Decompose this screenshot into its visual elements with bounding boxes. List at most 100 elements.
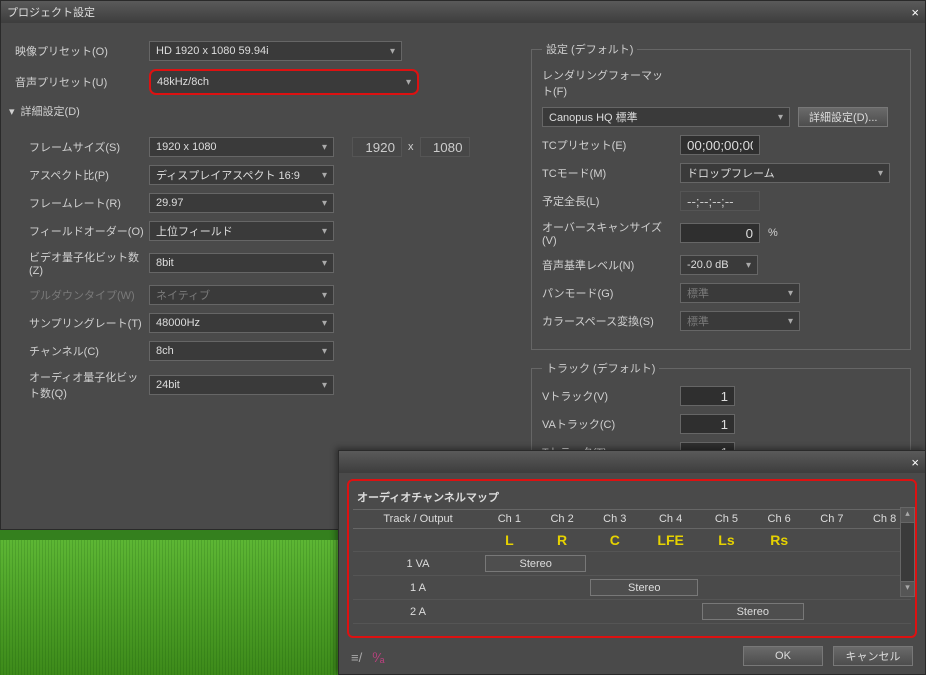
toolbar-icon-2[interactable]: ⁰⁄ₐ bbox=[372, 650, 384, 666]
stereo-assignment[interactable]: Stereo bbox=[590, 579, 698, 596]
sample-rate-dropdown[interactable]: 48000Hz bbox=[149, 313, 334, 333]
channel-cell[interactable] bbox=[753, 576, 806, 600]
frame-size-x: x bbox=[408, 141, 414, 153]
audio-preset-label: 音声プリセット(U) bbox=[9, 74, 149, 90]
channel-cell[interactable] bbox=[858, 600, 911, 624]
audio-bits-dropdown[interactable]: 24bit bbox=[149, 375, 334, 395]
track-name: 1 VA bbox=[353, 552, 483, 576]
overscan-label: オーバースキャンサイズ(V) bbox=[542, 219, 672, 247]
pulldown-label: プルダウンタイプ(W) bbox=[9, 287, 149, 303]
frame-width-field bbox=[352, 137, 402, 157]
settings-legend: 設定 (デフォルト) bbox=[542, 41, 637, 57]
surround-lfe: LFE bbox=[641, 529, 700, 552]
pan-mode-dropdown: 標準 bbox=[680, 283, 800, 303]
frame-size-dropdown[interactable]: 1920 x 1080 bbox=[149, 137, 334, 157]
field-order-dropdown[interactable]: 上位フィールド bbox=[149, 221, 334, 241]
channel-cell[interactable] bbox=[641, 600, 700, 624]
video-bits-dropdown[interactable]: 8bit bbox=[149, 253, 334, 273]
close-icon[interactable]: × bbox=[911, 5, 919, 20]
surround-r: R bbox=[536, 529, 589, 552]
pulldown-dropdown: ネイティブ bbox=[149, 285, 334, 305]
render-format-dropdown[interactable]: Canopus HQ 標準 bbox=[542, 107, 790, 127]
window-title: プロジェクト設定 bbox=[7, 4, 95, 20]
channel-dropdown[interactable]: 8ch bbox=[149, 341, 334, 361]
tracks-legend: トラック (デフォルト) bbox=[542, 360, 659, 376]
video-preset-dropdown[interactable]: HD 1920 x 1080 59.94i bbox=[149, 41, 402, 61]
channel-cell[interactable] bbox=[806, 552, 859, 576]
surround-rs: Rs bbox=[753, 529, 806, 552]
channel-cell[interactable] bbox=[536, 576, 589, 600]
overscan-field[interactable] bbox=[680, 223, 760, 243]
header-ch3: Ch 3 bbox=[588, 510, 641, 529]
toolbar-icon-1[interactable]: ≡/ bbox=[351, 650, 362, 666]
tc-mode-dropdown[interactable]: ドロップフレーム bbox=[680, 163, 890, 183]
detail-settings-label: 詳細設定(D) bbox=[21, 103, 80, 119]
channel-cell[interactable] bbox=[483, 576, 536, 600]
header-ch2: Ch 2 bbox=[536, 510, 589, 529]
table-row: 1 AStereo bbox=[353, 576, 911, 600]
ok-button[interactable]: OK bbox=[743, 646, 823, 666]
header-ch7: Ch 7 bbox=[806, 510, 859, 529]
channel-cell[interactable] bbox=[806, 600, 859, 624]
va-track-field[interactable] bbox=[680, 414, 735, 434]
stereo-assignment[interactable]: Stereo bbox=[485, 555, 586, 572]
channel-label: チャンネル(C) bbox=[9, 343, 149, 359]
audio-preset-dropdown[interactable]: 48kHz/8ch bbox=[149, 69, 419, 95]
video-preset-label: 映像プリセット(O) bbox=[9, 43, 149, 59]
cancel-button[interactable]: キャンセル bbox=[833, 646, 913, 666]
render-format-label: レンダリングフォーマット(F) bbox=[542, 67, 672, 99]
stereo-assignment[interactable]: Stereo bbox=[702, 603, 803, 620]
surround-l: L bbox=[483, 529, 536, 552]
detail-settings-expander[interactable]: ▾ 詳細設定(D) bbox=[9, 103, 519, 119]
surround-ls: Ls bbox=[700, 529, 753, 552]
channel-cell[interactable] bbox=[483, 600, 536, 624]
channel-map-scrollbar[interactable]: ▴ ▾ bbox=[900, 507, 915, 597]
total-length-field bbox=[680, 191, 760, 211]
close-icon[interactable]: × bbox=[911, 455, 919, 470]
tc-preset-field[interactable] bbox=[680, 135, 760, 155]
frame-rate-label: フレームレート(R) bbox=[9, 195, 149, 211]
channel-cell[interactable] bbox=[700, 552, 753, 576]
audio-ref-dropdown[interactable]: -20.0 dB bbox=[680, 255, 758, 275]
audio-bits-label: オーディオ量子化ビット数(Q) bbox=[9, 369, 149, 401]
render-format-detail-button[interactable]: 詳細設定(D)... bbox=[798, 107, 888, 127]
header-ch4: Ch 4 bbox=[641, 510, 700, 529]
total-length-label: 予定全長(L) bbox=[542, 193, 672, 209]
table-row: 1 VAStereo bbox=[353, 552, 911, 576]
audio-ref-label: 音声基準レベル(N) bbox=[542, 257, 672, 273]
titlebar: プロジェクト設定 × bbox=[1, 1, 925, 23]
channel-cell[interactable]: Stereo bbox=[700, 600, 805, 624]
channel-cell[interactable] bbox=[588, 600, 641, 624]
channel-cell[interactable] bbox=[700, 576, 753, 600]
track-name: 2 A bbox=[353, 600, 483, 624]
scroll-down-icon[interactable]: ▾ bbox=[901, 581, 914, 596]
table-row: 2 A Stereo bbox=[353, 600, 911, 624]
channel-cell[interactable] bbox=[588, 552, 641, 576]
channel-cell[interactable] bbox=[806, 576, 859, 600]
surround-c: C bbox=[588, 529, 641, 552]
v-track-field[interactable] bbox=[680, 386, 735, 406]
aspect-label: アスペクト比(P) bbox=[9, 167, 149, 183]
overscan-unit: % bbox=[768, 227, 778, 239]
channel-map-table: L R C LFE Ls Rs Track / Output Ch 1 Ch 2… bbox=[353, 509, 911, 624]
color-space-dropdown: 標準 bbox=[680, 311, 800, 331]
v-track-label: Vトラック(V) bbox=[542, 388, 672, 404]
channel-cell[interactable]: Stereo bbox=[588, 576, 700, 600]
field-order-label: フィールドオーダー(O) bbox=[9, 223, 149, 239]
color-space-label: カラースペース変換(S) bbox=[542, 313, 672, 329]
video-bits-label: ビデオ量子化ビット数(Z) bbox=[9, 249, 149, 277]
channel-map-title: オーディオチャンネルマップ bbox=[357, 489, 911, 505]
frame-size-label: フレームサイズ(S) bbox=[9, 139, 149, 155]
channel-cell[interactable] bbox=[641, 552, 700, 576]
pan-mode-label: パンモード(G) bbox=[542, 285, 672, 301]
channel-cell[interactable] bbox=[536, 600, 589, 624]
header-track-output: Track / Output bbox=[353, 510, 483, 529]
aspect-dropdown[interactable]: ディスプレイアスペクト 16:9 bbox=[149, 165, 334, 185]
header-ch5: Ch 5 bbox=[700, 510, 753, 529]
scroll-up-icon[interactable]: ▴ bbox=[901, 508, 914, 523]
frame-rate-dropdown[interactable]: 29.97 bbox=[149, 193, 334, 213]
channel-cell[interactable]: Stereo bbox=[483, 552, 588, 576]
header-ch6: Ch 6 bbox=[753, 510, 806, 529]
channel-cell[interactable] bbox=[753, 552, 806, 576]
frame-height-field bbox=[420, 137, 470, 157]
